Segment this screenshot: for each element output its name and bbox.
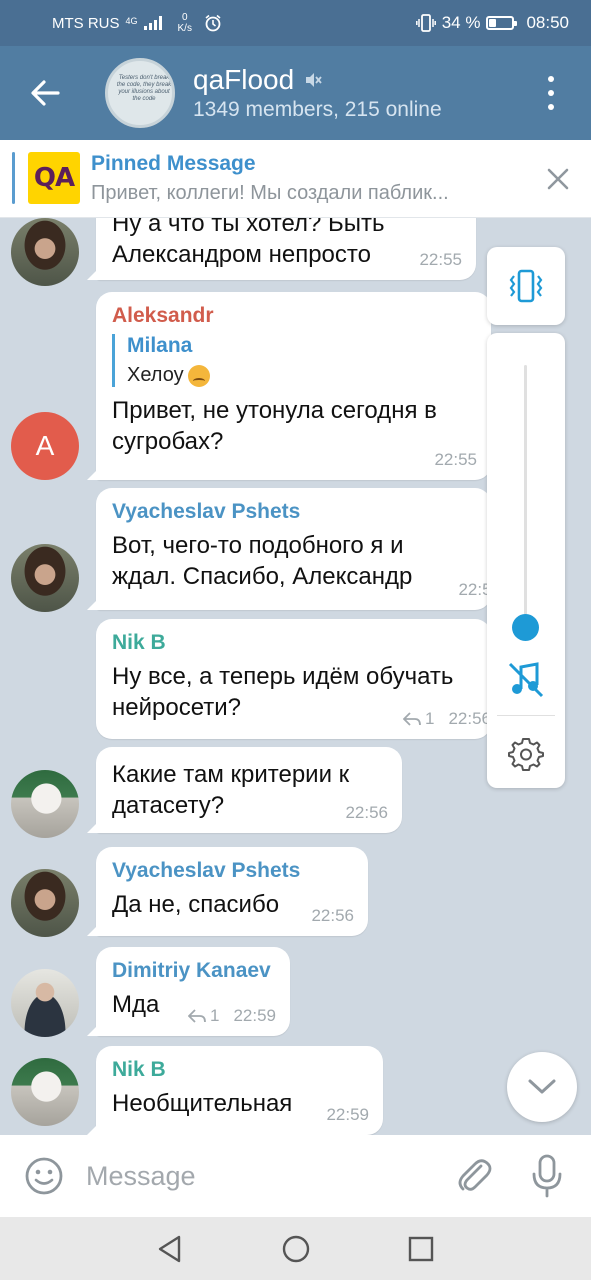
message-time: 22:59 [326, 1105, 369, 1124]
status-bar: MTS RUS 4G 0 K/s 34 % 08:50 [0, 0, 591, 46]
message-text: Привет, не утонула сегодня в сугробах? [112, 397, 437, 455]
avatar[interactable] [11, 969, 79, 1037]
replies-count: 1 [209, 1006, 220, 1025]
back-button[interactable] [0, 46, 90, 140]
battery-percent: 34 % [441, 13, 481, 32]
quote-sender: Milana [127, 334, 193, 357]
message-time: 22:55 [419, 250, 462, 269]
menu-dot-icon [548, 104, 554, 110]
sender-name[interactable]: Nik B [112, 631, 475, 655]
volume-panel [487, 333, 565, 788]
message-bubble[interactable]: Nik B Ну все, а теперь идём обучать нейр… [96, 619, 491, 739]
message-time: 22:59 [233, 1006, 276, 1025]
replies-counter[interactable]: 1 [187, 1006, 220, 1026]
carrier-label: MTS RUS [52, 14, 120, 32]
menu-dot-icon [548, 76, 554, 82]
battery-level-fill [489, 19, 497, 27]
sender-name[interactable]: Aleksandr [112, 304, 475, 328]
avatar[interactable] [11, 770, 79, 838]
message-text: Какие там критерии к датасету? [112, 761, 350, 819]
pinned-message-bar[interactable]: QA Pinned Message Привет, коллеги! Мы со… [0, 140, 591, 218]
menu-dot-icon [548, 90, 554, 96]
vibrate-status-icon [415, 14, 436, 32]
network-speed: 0 K/s [178, 12, 192, 34]
divider [497, 715, 555, 716]
avatar[interactable] [11, 1058, 79, 1126]
close-icon[interactable] [543, 164, 573, 194]
pinned-title: Pinned Message [91, 152, 256, 175]
message-bubble[interactable]: Dimitriy Kanaev Мда 1 22:59 [96, 947, 290, 1036]
chat-avatar-text: Testers don't break the code, they break… [116, 75, 172, 102]
message-composer [0, 1135, 591, 1217]
nav-recents-icon[interactable] [407, 1235, 435, 1263]
message-bubble[interactable]: Какие там критерии к датасету? 22:56 [96, 747, 402, 833]
pinned-accent-bar [12, 152, 15, 204]
upside-down-face-emoji-icon [187, 364, 210, 387]
sender-name[interactable]: Vyacheslav Pshets [112, 859, 352, 883]
chat-info[interactable]: qaFlood 1349 members, 215 online [193, 64, 442, 122]
quote-text: Хелоу [127, 364, 184, 386]
reply-arrow-icon [187, 1009, 206, 1023]
avatar[interactable]: A [11, 412, 79, 480]
replies-counter[interactable]: 1 [402, 709, 435, 729]
microphone-icon[interactable] [530, 1154, 564, 1198]
message-bubble[interactable]: Nik B Необщительная 22:59 [96, 1046, 383, 1135]
message-input[interactable] [86, 1155, 436, 1197]
vibrate-icon [509, 269, 543, 303]
sender-name[interactable]: Dimitriy Kanaev [112, 959, 274, 983]
pinned-logo: QA [28, 152, 80, 204]
message-time: 22:56 [345, 803, 388, 822]
nav-home-icon[interactable] [281, 1234, 311, 1264]
signal-icon [143, 16, 162, 30]
sender-name[interactable]: Vyacheslav Pshets [112, 500, 475, 524]
scroll-to-bottom-button[interactable] [507, 1052, 577, 1122]
reply-arrow-icon [402, 712, 421, 726]
message-bubble[interactable]: Ну а что ты хотел? Быть Александром непр… [96, 218, 476, 280]
system-nav-bar [0, 1217, 591, 1280]
network-speed-value: 0 [181, 12, 188, 23]
ring-mode-button[interactable] [487, 247, 565, 325]
battery-icon [486, 16, 518, 30]
message-time: 22:55 [434, 450, 477, 469]
gear-icon[interactable] [507, 735, 545, 773]
message-text: Вот, чего-то подобного я и ждал. Спасибо… [112, 532, 413, 590]
nav-back-icon[interactable] [155, 1234, 185, 1264]
music-off-icon[interactable] [507, 661, 545, 699]
message-text: Ну а что ты хотел? Быть Александром непр… [112, 218, 385, 268]
avatar[interactable] [11, 869, 79, 937]
avatar-letter: A [35, 430, 55, 461]
sender-name[interactable]: Nik B [112, 1058, 367, 1082]
muted-speaker-icon [306, 73, 322, 87]
paperclip-icon[interactable] [455, 1156, 493, 1196]
arrow-left-icon [31, 80, 60, 106]
avatar[interactable] [11, 544, 79, 612]
clock: 08:50 [526, 13, 569, 32]
chat-avatar[interactable]: Testers don't break the code, they break… [105, 58, 175, 128]
network-type: 4G [125, 16, 138, 26]
more-menu-button[interactable] [541, 76, 561, 110]
emoji-icon[interactable] [24, 1156, 64, 1196]
reply-quote[interactable]: Milana Хелоу [112, 334, 475, 387]
volume-slider-track[interactable] [524, 365, 527, 627]
volume-slider-handle[interactable] [512, 614, 539, 641]
replies-count: 1 [424, 709, 435, 728]
message-time: 22:56 [448, 709, 491, 728]
chevron-down-icon [528, 1079, 556, 1094]
network-speed-unit: K/s [177, 23, 192, 34]
message-time: 22:56 [311, 906, 354, 925]
pinned-text: Привет, коллеги! Мы создали паблик... [91, 182, 449, 204]
message-bubble[interactable]: Vyacheslav Pshets Да не, спасибо 22:56 [96, 847, 368, 936]
chat-title: qaFlood [193, 64, 295, 95]
avatar[interactable] [11, 218, 79, 286]
chat-header: Testers don't break the code, they break… [0, 46, 591, 140]
message-bubble[interactable]: Vyacheslav Pshets Вот, чего-то подобного… [96, 488, 501, 610]
alarm-icon [205, 14, 221, 32]
chat-subtitle: 1349 members, 215 online [193, 98, 442, 121]
message-bubble[interactable]: Aleksandr Milana Хелоу Привет, не утонул… [96, 292, 491, 480]
